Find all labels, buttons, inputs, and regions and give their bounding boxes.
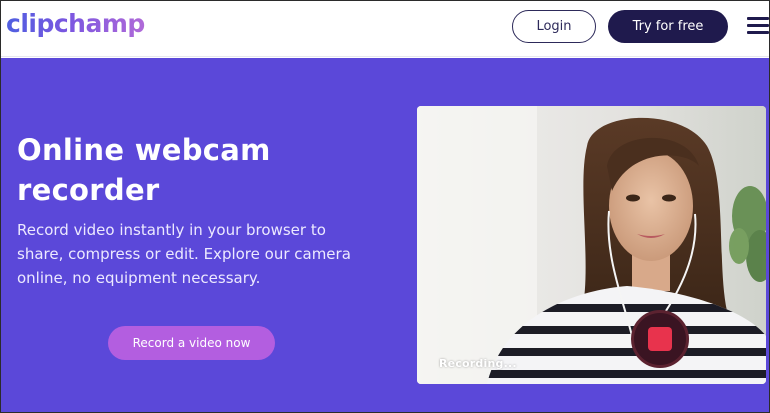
recording-status: Recording... — [439, 357, 517, 370]
hero-section: Online webcam recorder Record video inst… — [1, 58, 769, 412]
top-navigation-bar: clipchamp Login Try for free — [1, 1, 769, 57]
hero-title: Online webcam recorder — [17, 133, 271, 207]
stop-record-icon — [648, 327, 672, 351]
menu-line — [747, 24, 769, 27]
stop-record-button[interactable] — [631, 310, 689, 368]
webcam-preview: Recording... — [417, 106, 766, 384]
record-video-button[interactable]: Record a video now — [108, 326, 275, 360]
webcam-preview-image — [417, 106, 766, 384]
clipchamp-logo[interactable]: clipchamp — [6, 9, 145, 38]
try-for-free-button[interactable]: Try for free — [608, 10, 728, 43]
page: clipchamp Login Try for free Online webc… — [0, 0, 770, 413]
hamburger-menu-icon[interactable] — [747, 17, 769, 35]
hero-description: Record video instantly in your browser t… — [17, 221, 351, 287]
menu-line — [747, 17, 769, 20]
login-button[interactable]: Login — [512, 10, 596, 43]
menu-line — [747, 31, 769, 34]
